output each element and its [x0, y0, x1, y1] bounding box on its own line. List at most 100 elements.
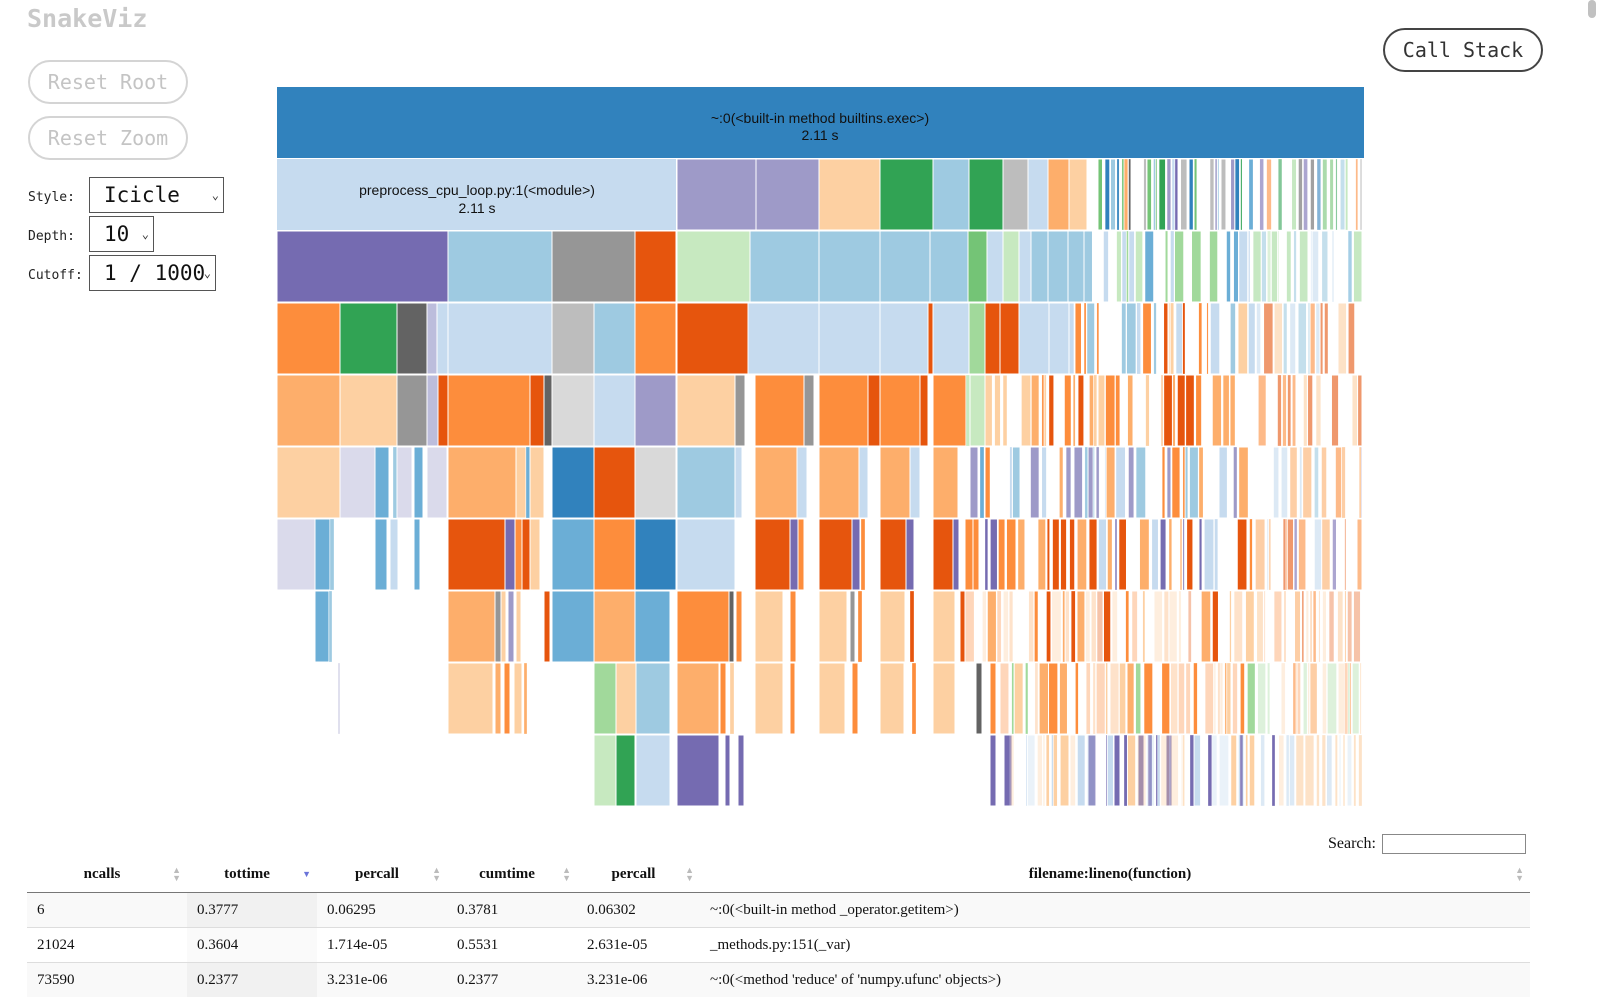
icicle-block[interactable] [314, 590, 330, 663]
icicle-block[interactable] [1294, 590, 1302, 663]
icicle-block[interactable] [1249, 518, 1253, 591]
icicle-block[interactable] [1189, 734, 1195, 807]
icicle-block[interactable] [1203, 518, 1215, 591]
icicle-block[interactable] [447, 590, 496, 663]
icicle-block[interactable] [1186, 518, 1194, 591]
icicle-block[interactable] [1358, 734, 1363, 807]
icicle-block[interactable] [1238, 734, 1241, 807]
icicle-block[interactable] [1084, 590, 1091, 663]
icicle-block[interactable] [1339, 734, 1341, 807]
icicle-block[interactable] [1005, 518, 1017, 591]
icicle-block[interactable] [1168, 590, 1178, 663]
icicle-block[interactable] [1067, 230, 1085, 303]
icicle-block[interactable] [413, 518, 421, 591]
icicle-block[interactable] [1144, 230, 1155, 303]
icicle-block[interactable] [1200, 590, 1212, 663]
icicle-block[interactable] [1255, 302, 1262, 375]
icicle-block[interactable] [1277, 230, 1279, 303]
icicle-block[interactable] [879, 302, 929, 375]
icicle-block[interactable] [932, 302, 970, 375]
icicle-block[interactable] [1155, 158, 1158, 231]
icicle-block[interactable] [964, 518, 974, 591]
icicle-block[interactable] [1038, 662, 1050, 735]
icicle-block[interactable] [1008, 590, 1014, 663]
icicle-block[interactable] [1204, 662, 1215, 735]
icicle-block[interactable] [1313, 446, 1320, 519]
icicle-block[interactable] [1211, 374, 1223, 447]
icicle-block[interactable] [1013, 662, 1024, 735]
icicle-block[interactable] [818, 302, 881, 375]
icicle-block[interactable] [879, 590, 906, 663]
icicle-block[interactable] [754, 518, 791, 591]
icicle-block[interactable] [426, 374, 439, 447]
icicle-block[interactable] [1018, 302, 1050, 375]
icicle-block[interactable] [1104, 158, 1111, 231]
icicle-block[interactable] [1282, 302, 1288, 375]
icicle-block[interactable] [1225, 230, 1232, 303]
icicle-block[interactable] [1037, 518, 1047, 591]
icicle-block[interactable] [1168, 302, 1170, 375]
icicle-block[interactable] [276, 230, 449, 303]
icicle-block[interactable] [789, 662, 796, 735]
icicle-block[interactable] [676, 662, 720, 735]
icicle-block[interactable] [494, 590, 502, 663]
icicle-block[interactable] [1318, 590, 1321, 663]
icicle-block[interactable] [1198, 302, 1202, 375]
icicle-block[interactable] [1297, 302, 1308, 375]
icicle-block[interactable] [1345, 158, 1348, 231]
icicle-block[interactable] [1084, 446, 1089, 519]
icicle-svg[interactable]: ~:0(<built-in method builtins.exec>) 2.1… [0, 0, 1600, 820]
icicle-block[interactable] [1062, 590, 1065, 663]
icicle-block[interactable] [969, 446, 979, 519]
icicle-block[interactable] [1260, 734, 1265, 807]
icicle-block[interactable] [1076, 590, 1086, 663]
icicle-block[interactable] [514, 518, 523, 591]
icicle-block[interactable] [1217, 158, 1220, 231]
icicle-block[interactable] [1298, 230, 1309, 303]
icicle-block[interactable] [754, 374, 805, 447]
icicle-block[interactable] [1305, 590, 1309, 663]
icicle-block[interactable] [1136, 302, 1141, 375]
icicle-block[interactable] [905, 518, 915, 591]
icicle-block[interactable] [1320, 302, 1323, 375]
icicle-block[interactable] [1104, 374, 1116, 447]
icicle-block[interactable] [1086, 734, 1096, 807]
icicle-block[interactable] [1051, 518, 1060, 591]
icicle-block[interactable] [1142, 590, 1146, 663]
icicle-block[interactable] [593, 446, 636, 519]
icicle-block[interactable] [818, 518, 853, 591]
icicle-block[interactable] [989, 518, 998, 591]
icicle-block[interactable] [1106, 734, 1114, 807]
icicle-block[interactable] [867, 374, 881, 447]
icicle-block[interactable] [1093, 446, 1095, 519]
icicle-block[interactable] [1295, 734, 1305, 807]
icicle-block[interactable] [1121, 158, 1124, 231]
icicle-block[interactable] [1351, 374, 1359, 447]
icicle-block[interactable] [634, 590, 671, 663]
icicle-block[interactable] [1121, 230, 1127, 303]
icicle-block[interactable] [1011, 446, 1021, 519]
icicle-block[interactable] [1009, 446, 1013, 519]
icicle-block[interactable] [1321, 590, 1327, 663]
icicle-block[interactable] [1163, 302, 1169, 375]
icicle-block[interactable] [1178, 590, 1182, 663]
icicle-block[interactable] [634, 302, 677, 375]
icicle-block[interactable] [729, 662, 735, 735]
column-header-ncalls[interactable]: ncalls ▲ ▼ [27, 856, 187, 893]
icicle-block[interactable] [396, 374, 428, 447]
icicle-block[interactable] [1033, 590, 1039, 663]
icicle-block[interactable] [1236, 518, 1248, 591]
icicle-block[interactable] [1285, 230, 1292, 303]
icicle-block[interactable] [1083, 230, 1093, 303]
icicle-block[interactable] [754, 446, 798, 519]
icicle-block[interactable] [996, 590, 1002, 663]
icicle-block[interactable] [676, 158, 757, 231]
icicle-block[interactable] [1267, 230, 1271, 303]
icicle-block[interactable] [986, 230, 1004, 303]
icicle-block[interactable] [1211, 590, 1219, 663]
icicle-block[interactable] [593, 374, 636, 447]
icicle-block[interactable] [551, 374, 595, 447]
icicle-block[interactable] [796, 446, 808, 519]
icicle-block[interactable] [1157, 734, 1161, 807]
icicle-block[interactable] [1293, 230, 1297, 303]
